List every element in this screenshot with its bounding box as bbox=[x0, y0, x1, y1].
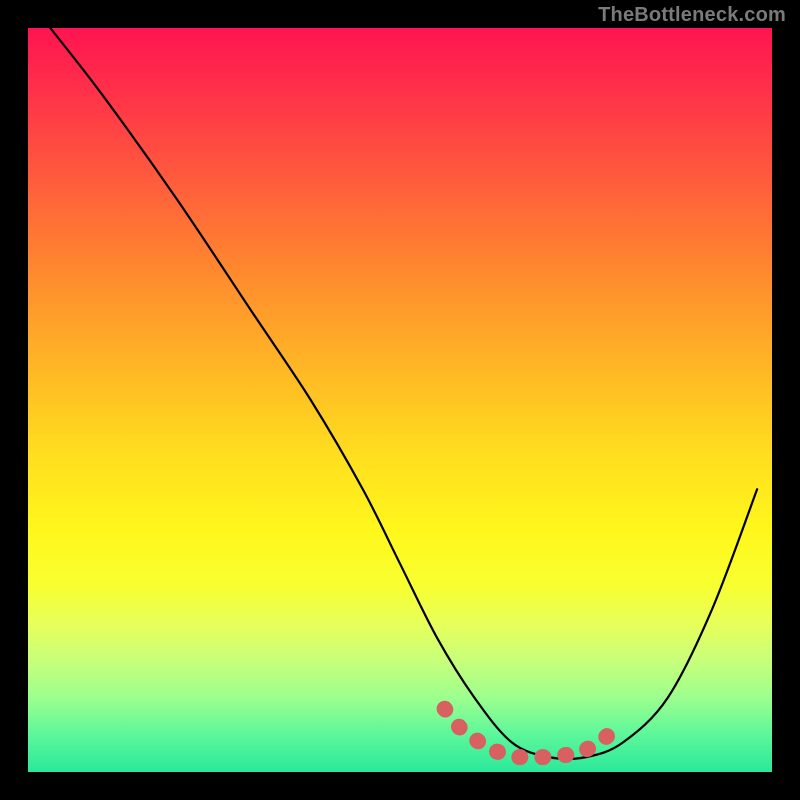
chart-overlay-svg bbox=[28, 28, 772, 772]
watermark-text: TheBottleneck.com bbox=[598, 4, 786, 27]
bottleneck-curve-line bbox=[50, 28, 757, 759]
plot-area bbox=[28, 28, 772, 772]
chart-frame: TheBottleneck.com bbox=[0, 0, 800, 800]
optimal-range-markers bbox=[445, 709, 616, 757]
